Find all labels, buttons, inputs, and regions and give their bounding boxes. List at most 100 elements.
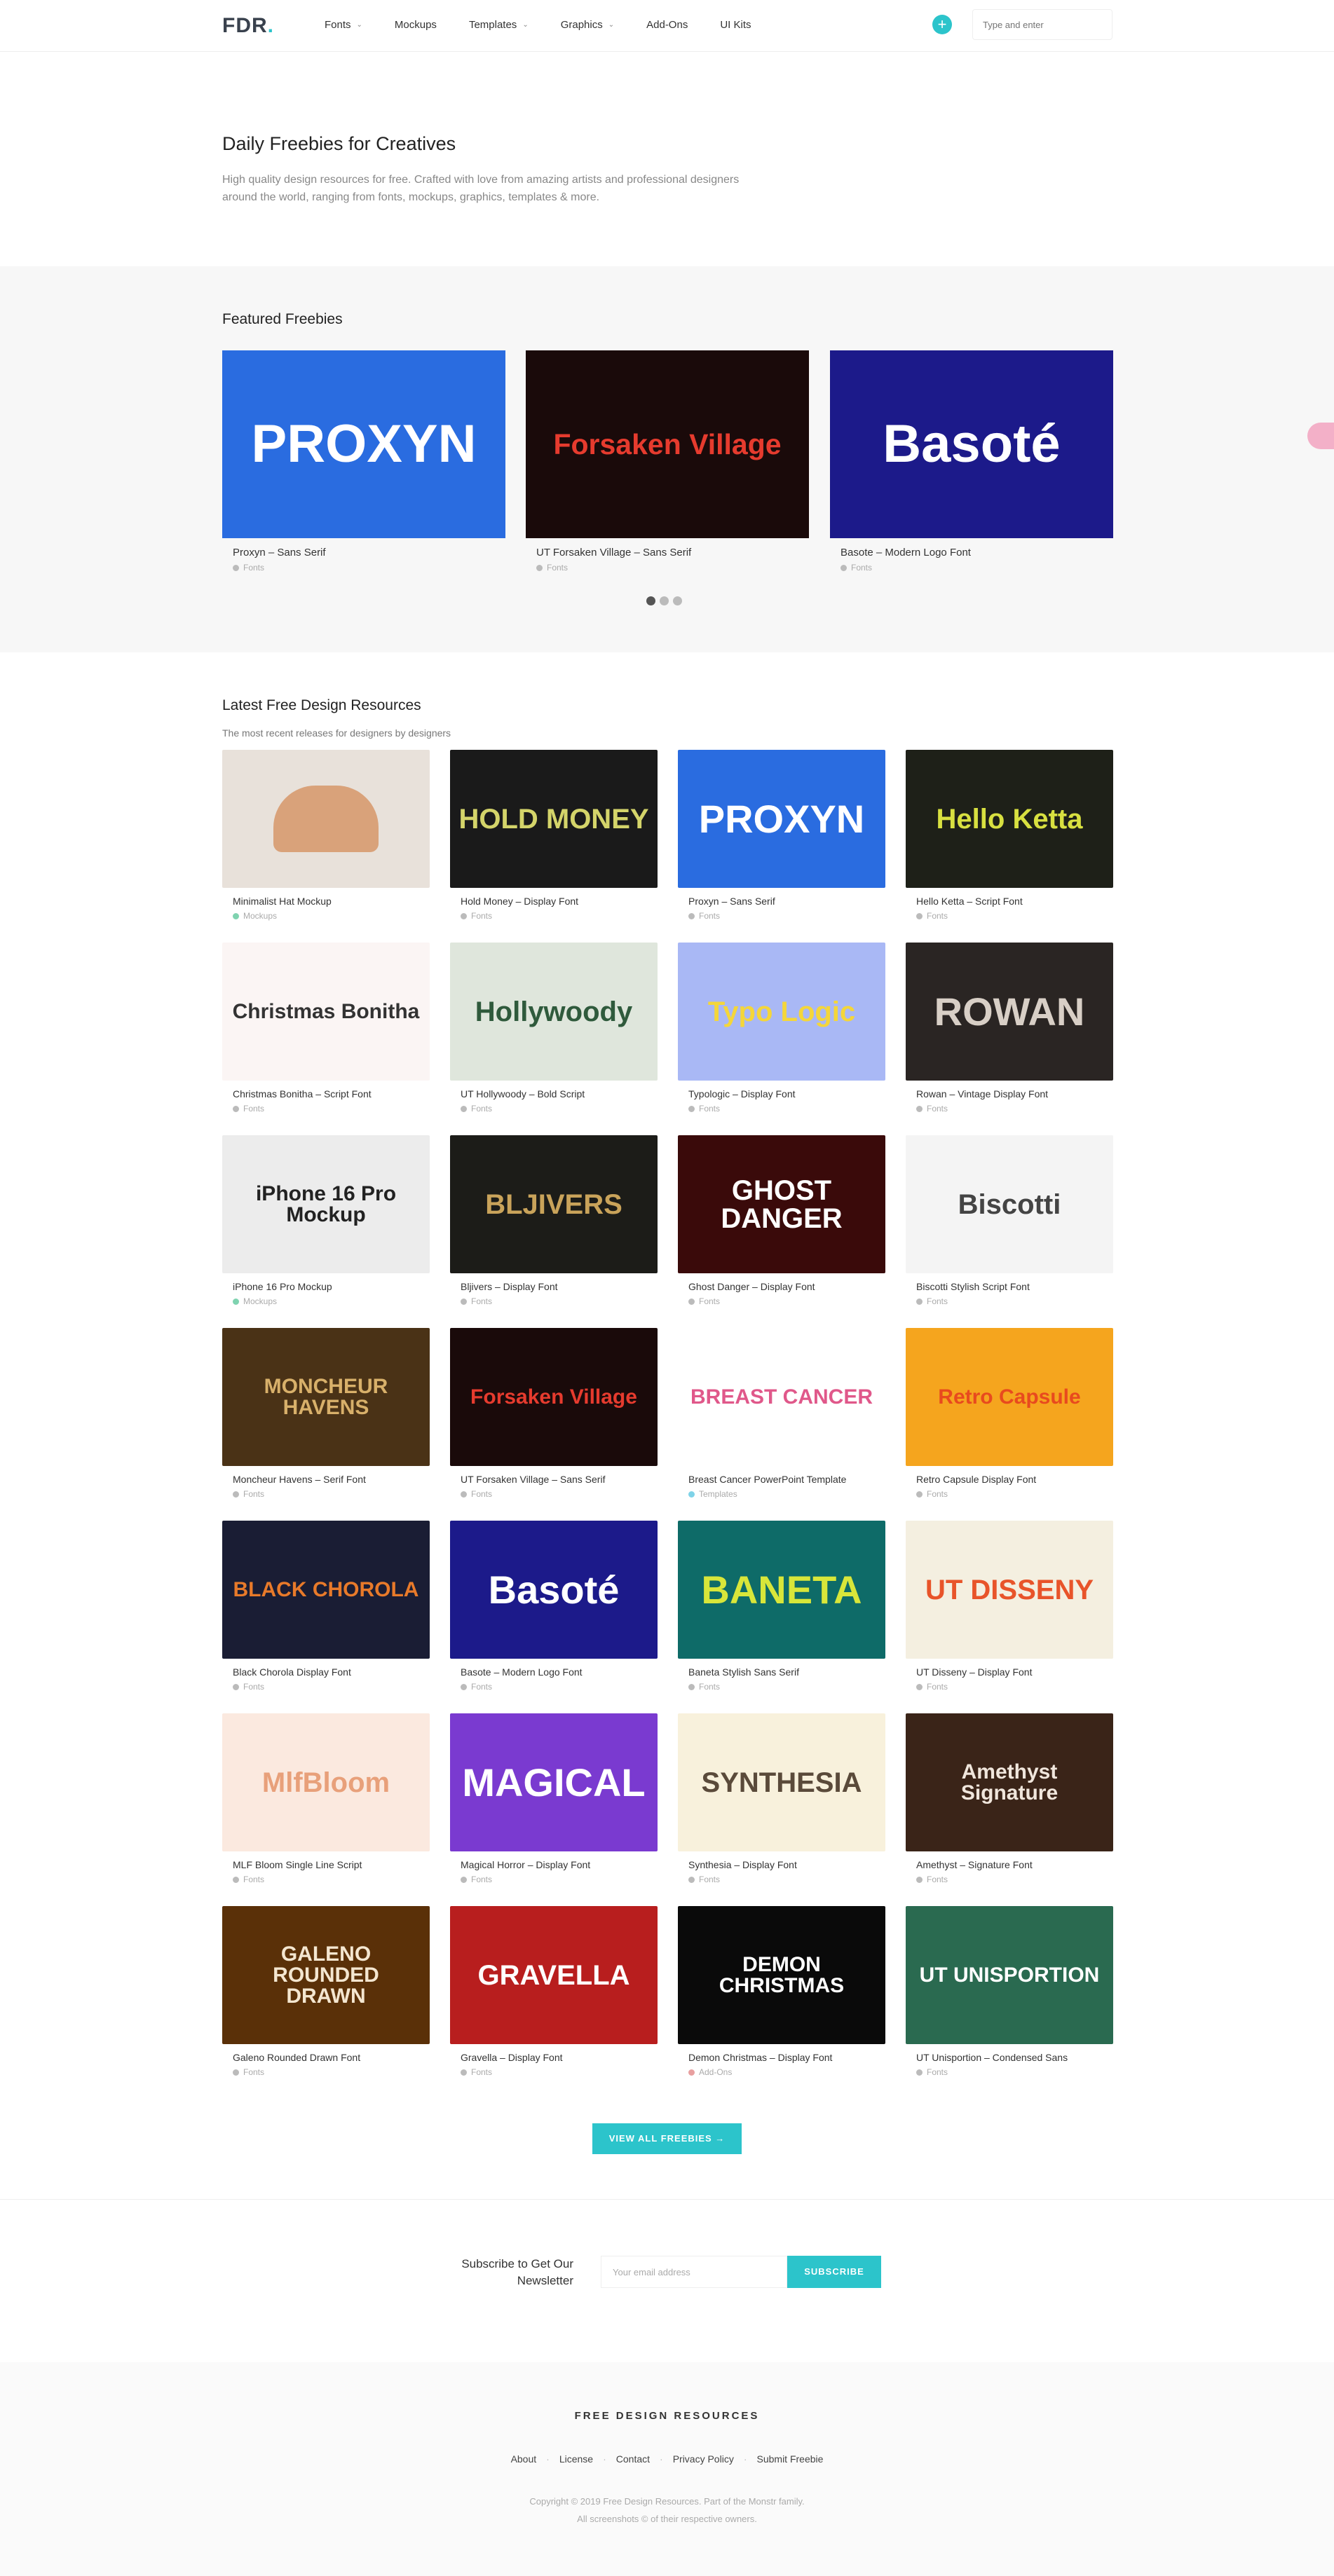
resource-thumbnail[interactable]: MlfBloom	[222, 1713, 430, 1851]
card-title[interactable]: Ghost Danger – Display Font	[688, 1281, 885, 1292]
resource-thumbnail[interactable]: GALENO ROUNDED DRAWN	[222, 1906, 430, 2044]
card-title[interactable]: Hello Ketta – Script Font	[916, 896, 1113, 907]
resource-thumbnail[interactable]	[222, 750, 430, 888]
card-category[interactable]: Fonts	[916, 1104, 1113, 1114]
card-category[interactable]: Mockups	[233, 1296, 430, 1306]
card-category[interactable]: Fonts	[461, 1104, 658, 1114]
nav-item-fonts[interactable]: Fonts ⌄	[325, 19, 362, 31]
resource-card[interactable]: DEMON CHRISTMAS Demon Christmas – Display…	[678, 1906, 885, 2077]
side-tab-icon[interactable]	[1307, 423, 1334, 449]
resource-thumbnail[interactable]: UT DISSENY	[906, 1521, 1113, 1659]
resource-thumbnail[interactable]: BLACK CHOROLA	[222, 1521, 430, 1659]
resource-thumbnail[interactable]: UT UNISPORTION	[906, 1906, 1113, 2044]
card-title[interactable]: UT Disseny – Display Font	[916, 1666, 1113, 1678]
card-category[interactable]: Fonts	[688, 911, 885, 921]
card-category[interactable]: Fonts	[233, 1104, 430, 1114]
card-title[interactable]: Moncheur Havens – Serif Font	[233, 1474, 430, 1485]
resource-thumbnail[interactable]: Retro Capsule	[906, 1328, 1113, 1466]
card-title[interactable]: UT Forsaken Village – Sans Serif	[461, 1474, 658, 1485]
card-title[interactable]: Proxyn – Sans Serif	[233, 547, 505, 559]
nav-item-templates[interactable]: Templates ⌄	[469, 19, 529, 31]
resource-card[interactable]: Biscotti Biscotti Stylish Script Font Font…	[906, 1135, 1113, 1306]
footer-link-privacy-policy[interactable]: Privacy Policy	[673, 2453, 734, 2465]
resource-thumbnail[interactable]: Hollywoody	[450, 943, 658, 1081]
card-category[interactable]: Fonts	[461, 911, 658, 921]
card-title[interactable]: Demon Christmas – Display Font	[688, 2052, 885, 2063]
resource-card[interactable]: GALENO ROUNDED DRAWN Galeno Rounded Drawn…	[222, 1906, 430, 2077]
card-title[interactable]: Christmas Bonitha – Script Font	[233, 1088, 430, 1099]
resource-card[interactable]: iPhone 16 Pro Mockup iPhone 16 Pro Mockup…	[222, 1135, 430, 1306]
card-title[interactable]: Synthesia – Display Font	[688, 1859, 885, 1870]
card-category[interactable]: Templates	[688, 1489, 885, 1499]
card-title[interactable]: UT Hollywoody – Bold Script	[461, 1088, 658, 1099]
resource-thumbnail[interactable]: MAGICAL	[450, 1713, 658, 1851]
resource-card[interactable]: BREAST CANCER Breast Cancer PowerPoint Te…	[678, 1328, 885, 1499]
site-logo[interactable]: FDR.	[222, 14, 274, 38]
resource-thumbnail[interactable]: Amethyst Signature	[906, 1713, 1113, 1851]
carousel-dot[interactable]	[646, 596, 655, 605]
nav-item-mockups[interactable]: Mockups	[395, 19, 437, 31]
carousel-dot[interactable]	[673, 596, 682, 605]
resource-card[interactable]: BLACK CHOROLA Black Chorola Display Font F…	[222, 1521, 430, 1692]
resource-card[interactable]: MlfBloom MLF Bloom Single Line Script Font…	[222, 1713, 430, 1884]
card-title[interactable]: Bljivers – Display Font	[461, 1281, 658, 1292]
resource-thumbnail[interactable]: Typo Logic	[678, 943, 885, 1081]
featured-card[interactable]: Forsaken Village UT Forsaken Village – Sa…	[526, 350, 809, 573]
card-category[interactable]: Fonts	[233, 563, 505, 573]
card-category[interactable]: Fonts	[233, 1489, 430, 1499]
resource-card[interactable]: Minimalist Hat Mockup Mockups	[222, 750, 430, 921]
card-category[interactable]: Fonts	[461, 1682, 658, 1692]
card-title[interactable]: Proxyn – Sans Serif	[688, 896, 885, 907]
card-category[interactable]: Add-Ons	[688, 2067, 885, 2077]
carousel-dot[interactable]	[660, 596, 669, 605]
card-title[interactable]: Typologic – Display Font	[688, 1088, 885, 1099]
resource-card[interactable]: BLJIVERS Bljivers – Display Font Fonts	[450, 1135, 658, 1306]
resource-thumbnail[interactable]: BLJIVERS	[450, 1135, 658, 1273]
resource-thumbnail[interactable]: Hello Ketta	[906, 750, 1113, 888]
resource-card[interactable]: Christmas Bonitha Christmas Bonitha – Scr…	[222, 943, 430, 1114]
resource-card[interactable]: BANETA Baneta Stylish Sans Serif Fonts	[678, 1521, 885, 1692]
resource-card[interactable]: Basoté Basote – Modern Logo Font Fonts	[450, 1521, 658, 1692]
card-category[interactable]: Fonts	[536, 563, 809, 573]
footer-link-license[interactable]: License	[559, 2453, 593, 2465]
card-title[interactable]: Galeno Rounded Drawn Font	[233, 2052, 430, 2063]
featured-card[interactable]: Basoté Basote – Modern Logo Font Fonts	[830, 350, 1113, 573]
nav-item-ui-kits[interactable]: UI Kits	[720, 19, 751, 31]
resource-thumbnail[interactable]: ROWAN	[906, 943, 1113, 1081]
card-category[interactable]: Fonts	[916, 2067, 1113, 2077]
card-title[interactable]: Retro Capsule Display Font	[916, 1474, 1113, 1485]
resource-card[interactable]: Forsaken Village UT Forsaken Village – Sa…	[450, 1328, 658, 1499]
resource-card[interactable]: ROWAN Rowan – Vintage Display Font Fonts	[906, 943, 1113, 1114]
card-title[interactable]: Magical Horror – Display Font	[461, 1859, 658, 1870]
footer-link-contact[interactable]: Contact	[616, 2453, 650, 2465]
resource-card[interactable]: UT UNISPORTION UT Unisportion – Condensed…	[906, 1906, 1113, 2077]
card-title[interactable]: Breast Cancer PowerPoint Template	[688, 1474, 885, 1485]
nav-item-graphics[interactable]: Graphics ⌄	[561, 19, 614, 31]
featured-thumbnail[interactable]: PROXYN	[222, 350, 505, 538]
search-input[interactable]	[972, 9, 1112, 40]
card-title[interactable]: Amethyst – Signature Font	[916, 1859, 1113, 1870]
resource-card[interactable]: HOLD MONEY Hold Money – Display Font Fonts	[450, 750, 658, 921]
footer-link-submit-freebie[interactable]: Submit Freebie	[757, 2453, 824, 2465]
resource-thumbnail[interactable]: PROXYN	[678, 750, 885, 888]
subscribe-button[interactable]: SUBSCRIBE	[787, 2256, 881, 2288]
card-title[interactable]: Gravella – Display Font	[461, 2052, 658, 2063]
featured-thumbnail[interactable]: Forsaken Village	[526, 350, 809, 538]
card-category[interactable]: Fonts	[461, 1296, 658, 1306]
card-title[interactable]: Rowan – Vintage Display Font	[916, 1088, 1113, 1099]
footer-link-about[interactable]: About	[511, 2453, 537, 2465]
card-category[interactable]: Fonts	[688, 1875, 885, 1884]
resource-thumbnail[interactable]: BANETA	[678, 1521, 885, 1659]
card-title[interactable]: Baneta Stylish Sans Serif	[688, 1666, 885, 1678]
view-all-button[interactable]: VIEW ALL FREEBIES →	[592, 2123, 742, 2154]
resource-card[interactable]: PROXYN Proxyn – Sans Serif Fonts	[678, 750, 885, 921]
card-title[interactable]: Basote – Modern Logo Font	[840, 547, 1113, 559]
card-category[interactable]: Fonts	[916, 1875, 1113, 1884]
card-category[interactable]: Fonts	[840, 563, 1113, 573]
resource-thumbnail[interactable]: HOLD MONEY	[450, 750, 658, 888]
resource-card[interactable]: GRAVELLA Gravella – Display Font Fonts	[450, 1906, 658, 2077]
resource-card[interactable]: MONCHEUR HAVENS Moncheur Havens – Serif F…	[222, 1328, 430, 1499]
card-category[interactable]: Fonts	[461, 1875, 658, 1884]
card-title[interactable]: MLF Bloom Single Line Script	[233, 1859, 430, 1870]
card-category[interactable]: Fonts	[688, 1682, 885, 1692]
